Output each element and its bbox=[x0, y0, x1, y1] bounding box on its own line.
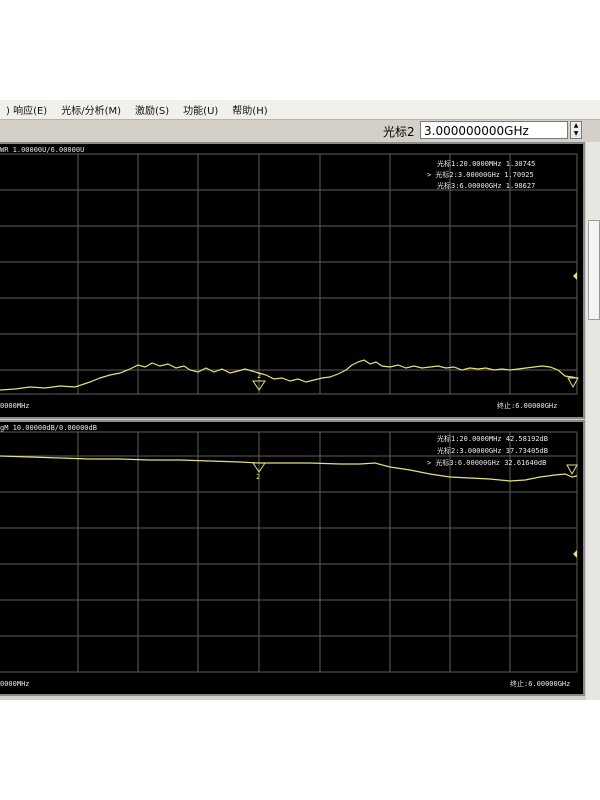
pane1-reference-icon bbox=[573, 272, 577, 280]
pane1-marker3-readout: 光标3:6.00000GHz 1.98627 bbox=[437, 181, 535, 190]
swr-trace-pane[interactable]: WR 1.00000U/6.00000U 光标1:20.0000MHz 1.30… bbox=[0, 142, 585, 419]
logmag-plot: gM 10.00000dB/0.00000dB 光标1:20.0000MHz 4… bbox=[0, 424, 578, 688]
pane2-reference-icon bbox=[573, 550, 577, 558]
pane1-marker2-readout: > 光标2:3.00000GHz 1.70925 bbox=[427, 170, 534, 179]
side-panel-tab[interactable] bbox=[588, 220, 600, 320]
swr-plot: WR 1.00000U/6.00000U 光标1:20.0000MHz 1.30… bbox=[0, 146, 579, 410]
analyzer-window: ) 响应(E) 光标/分析(M) 激励(S) 功能(U) 帮助(H) 光标2 3… bbox=[0, 100, 600, 700]
pane2-marker2-tag: 2 bbox=[256, 473, 260, 481]
pane2-stop-freq: 终止:6.00000GHz bbox=[510, 679, 570, 688]
menu-help[interactable]: 帮助(H) bbox=[226, 102, 275, 117]
marker-frequency-input[interactable]: 3.000000000GHz bbox=[420, 121, 568, 139]
pane1-marker1-readout: 光标1:20.0000MHz 1.30745 bbox=[437, 159, 535, 168]
menu-marker-analysis[interactable]: 光标/分析(M) bbox=[55, 102, 129, 117]
marker-spinner[interactable]: ▲ ▼ bbox=[570, 121, 582, 139]
pane1-grid bbox=[0, 153, 578, 395]
marker-toolbar: 光标2 3.000000000GHz ▲ ▼ bbox=[0, 120, 600, 142]
pane1-stop-freq: 终止:6.00000GHz bbox=[497, 401, 557, 410]
pane1-start-freq: 0000MHz bbox=[0, 402, 30, 410]
pane2-start-freq: 0000MHz bbox=[0, 680, 30, 688]
marker-select-label: 光标2 bbox=[383, 125, 415, 139]
pane2-grid bbox=[0, 431, 578, 673]
pane1-scale: WR 1.00000U/6.00000U bbox=[0, 146, 84, 154]
logmag-trace-pane[interactable]: gM 10.00000dB/0.00000dB 光标1:20.0000MHz 4… bbox=[0, 420, 585, 696]
spin-up-icon[interactable]: ▲ bbox=[571, 122, 581, 130]
menu-stimulus[interactable]: 激励(S) bbox=[129, 102, 177, 117]
pane2-marker3-readout: > 光标3:6.00000GHz 32.61640dB bbox=[427, 458, 546, 467]
pane1-marker2-tag: 2 bbox=[257, 372, 261, 380]
menu-function[interactable]: 功能(U) bbox=[177, 102, 226, 117]
menu-response[interactable]: ) 响应(E) bbox=[0, 102, 55, 117]
pane2-scale: gM 10.00000dB/0.00000dB bbox=[0, 424, 97, 432]
pane2-marker1-readout: 光标1:20.0000MHz 42.58192dB bbox=[437, 434, 548, 443]
menu-bar: ) 响应(E) 光标/分析(M) 激励(S) 功能(U) 帮助(H) bbox=[0, 100, 600, 120]
pane2-marker3-triangle bbox=[566, 464, 578, 476]
spin-down-icon[interactable]: ▼ bbox=[571, 130, 581, 138]
pane2-marker2-readout: 光标2:3.00000GHz 37.73405dB bbox=[437, 446, 548, 455]
swr-trace bbox=[0, 359, 578, 391]
